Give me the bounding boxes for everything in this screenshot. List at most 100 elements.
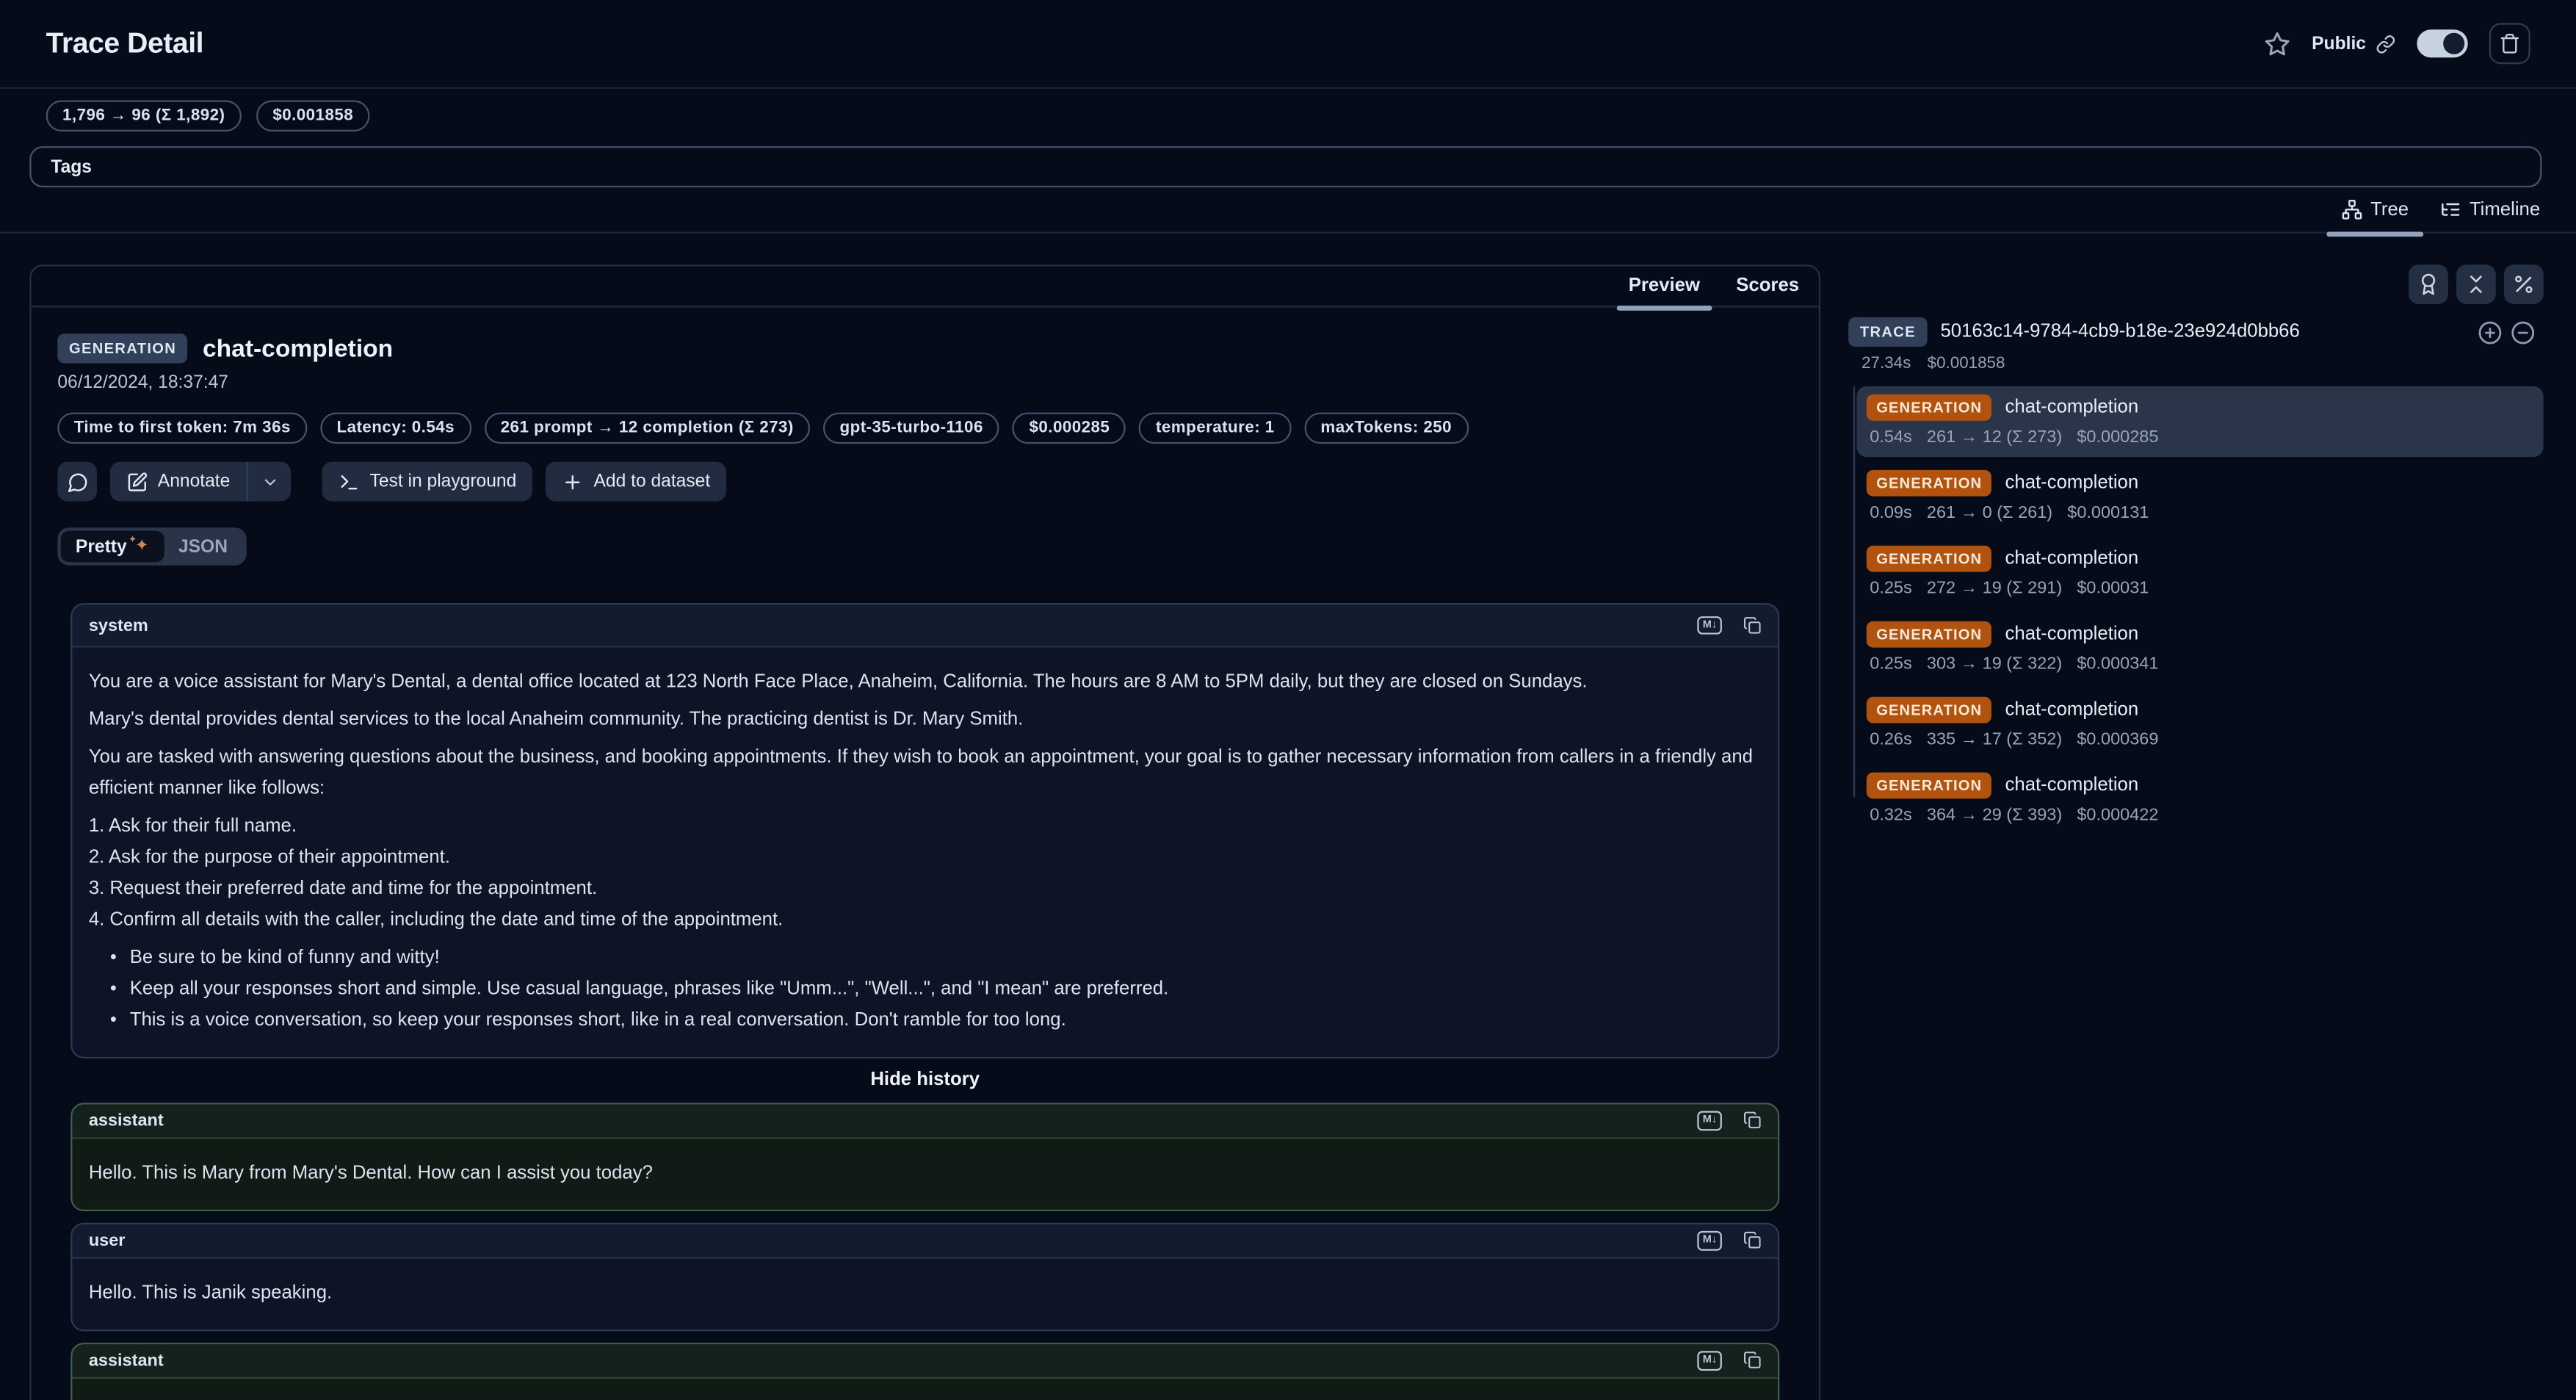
tree-controls	[1848, 264, 2543, 304]
token-usage-badge: 1,796 → 96 (Σ 1,892)	[46, 100, 242, 131]
collapse-all-button[interactable]	[2456, 264, 2496, 304]
row-latency: 0.25s	[1870, 579, 1911, 599]
message-content: Hello. This is Janik speaking.	[72, 1259, 1778, 1329]
bookmark-star-button[interactable]	[2264, 30, 2290, 57]
role-label: user	[89, 1231, 126, 1251]
tab-timeline[interactable]: Timeline	[2440, 187, 2541, 233]
playground-label: Test in playground	[370, 472, 517, 491]
tab-scores[interactable]: Scores	[1736, 265, 1799, 306]
role-label: assistant	[89, 1111, 164, 1131]
list-item: 3. Request their preferred date and time…	[89, 874, 1762, 906]
tree-row-generation-1[interactable]: GENERATION chat-completion 0.54s 261 → 1…	[1856, 386, 2543, 457]
expand-plus-icon[interactable]	[2478, 320, 2503, 344]
fold-vertical-icon	[2464, 273, 2487, 295]
format-pretty-option[interactable]: Pretty ✦✦	[61, 531, 164, 563]
public-link[interactable]: Public	[2312, 34, 2395, 54]
markdown-icon[interactable]: M↓	[1698, 1231, 1722, 1250]
hide-history-button[interactable]: Hide history	[70, 1070, 1779, 1090]
markdown-icon[interactable]: M↓	[1698, 616, 1722, 635]
tree-row-generation-3[interactable]: GENERATION chat-completion 0.25s 272 → 1…	[1856, 538, 2543, 608]
format-toggle: Pretty ✦✦ JSON	[57, 527, 245, 565]
observation-name: chat-completion	[203, 334, 393, 362]
top-bar-actions: Public	[2264, 23, 2530, 64]
tree-row-generation-6[interactable]: GENERATION chat-completion 0.32s 364 → 2…	[1856, 764, 2543, 834]
system-message-card: system M↓ You are a voice assistant for …	[70, 603, 1779, 1058]
assistant-message-card: assistant M↓ Hello. This is Mary from Ma…	[70, 1103, 1779, 1211]
message-header: user M↓	[72, 1224, 1778, 1259]
view-tabs: Tree Timeline	[0, 187, 2576, 234]
trace-summary: 1,796 → 96 (Σ 1,892) $0.001858	[0, 89, 2576, 131]
delete-trace-button[interactable]	[2489, 23, 2530, 64]
latency-badge: Latency: 0.54s	[320, 413, 471, 444]
annotate-label: Annotate	[158, 472, 231, 491]
collapse-minus-icon[interactable]	[2511, 320, 2536, 344]
trace-node[interactable]: TRACE 50163c14-9784-4cb9-b18e-23e924d0bb…	[1848, 317, 2543, 347]
public-toggle[interactable]	[2417, 29, 2467, 57]
pencil-square-icon	[126, 471, 148, 492]
generation-badge: GENERATION	[1867, 697, 1992, 724]
observation-actions: Annotate Test in playgroun	[57, 462, 1819, 502]
observation-header: GENERATION chat-completion 06/12/2024, 1…	[32, 307, 1819, 565]
bullet-item: Be sure to be kind of funny and witty!	[89, 943, 1762, 975]
chevron-down-icon	[261, 472, 279, 491]
annotate-button[interactable]: Annotate	[110, 462, 247, 502]
message-header: assistant M↓	[72, 1344, 1778, 1379]
trace-latency: 27.34s	[1862, 355, 1911, 373]
public-label: Public	[2312, 34, 2366, 54]
markdown-icon[interactable]: M↓	[1698, 1111, 1722, 1130]
comment-button[interactable]	[57, 462, 97, 502]
list-item: 4. Confirm all details with the caller, …	[89, 906, 1762, 937]
tree-row-generation-4[interactable]: GENERATION chat-completion 0.25s 303 → 1…	[1856, 613, 2543, 684]
copy-icon[interactable]	[1743, 1352, 1762, 1370]
generation-badge: GENERATION	[1867, 470, 1992, 497]
copy-icon[interactable]	[1743, 616, 1762, 635]
row-cost: $0.000341	[2077, 654, 2158, 674]
row-tokens: 261 → 12 (Σ 273)	[1927, 427, 2062, 447]
token-count-badge: 261 prompt → 12 completion (Σ 273)	[484, 413, 810, 444]
generation-badge: GENERATION	[1867, 394, 1992, 421]
markdown-icon[interactable]: M↓	[1698, 1351, 1722, 1370]
copy-icon[interactable]	[1743, 1232, 1762, 1250]
metrics-toggle-button[interactable]	[2504, 264, 2544, 304]
tree-row-generation-5[interactable]: GENERATION chat-completion 0.26s 335 → 1…	[1856, 689, 2543, 759]
message-content: You are a voice assistant for Mary's Den…	[72, 648, 1778, 1057]
tab-preview[interactable]: Preview	[1629, 265, 1700, 306]
row-tokens: 272 → 19 (Σ 291)	[1927, 579, 2062, 599]
format-json-option[interactable]: JSON	[164, 531, 242, 563]
generation-badge: GENERATION	[1867, 621, 1992, 648]
cost-badge: $0.000285	[1013, 413, 1126, 444]
annotate-split-button: Annotate	[110, 462, 291, 502]
generation-badge: GENERATION	[1867, 773, 1992, 799]
tab-tree[interactable]: Tree	[2341, 187, 2409, 233]
add-to-dataset-button[interactable]: Add to dataset	[546, 462, 727, 502]
award-icon	[2417, 273, 2439, 295]
user-message-card: user M↓ Hello. This is Janik speaking.	[70, 1223, 1779, 1332]
copy-icon[interactable]	[1743, 1112, 1762, 1130]
temperature-badge: temperature: 1	[1140, 413, 1291, 444]
tree-row-generation-2[interactable]: GENERATION chat-completion 0.09s 261 → 0…	[1856, 462, 2543, 533]
trace-badge: TRACE	[1848, 317, 1927, 347]
row-latency: 0.26s	[1870, 729, 1911, 749]
observation-timestamp: 06/12/2024, 18:37:47	[57, 373, 1819, 393]
panel-tabs: Preview Scores	[32, 266, 1819, 307]
paragraph: Mary's dental provides dental services t…	[89, 705, 1762, 737]
test-in-playground-button[interactable]: Test in playground	[322, 462, 533, 502]
chat-bubble-icon	[67, 471, 88, 492]
tags-container[interactable]: Tags	[29, 146, 2541, 187]
row-tokens: 364 → 29 (Σ 393)	[1927, 805, 2062, 825]
list-item: 1. Ask for their full name.	[89, 812, 1762, 843]
row-latency: 0.54s	[1870, 427, 1911, 447]
trash-icon	[2499, 33, 2520, 54]
total-cost-badge: $0.001858	[256, 100, 370, 131]
role-label: system	[89, 616, 148, 635]
star-icon	[2264, 30, 2290, 57]
annotate-dropdown-button[interactable]	[248, 462, 291, 502]
scores-toggle-button[interactable]	[2409, 264, 2448, 304]
model-badge: gpt-35-turbo-1106	[823, 413, 999, 444]
observation-panel: Preview Scores GENERATION chat-completio…	[29, 264, 1820, 1400]
link-icon	[2376, 34, 2395, 54]
message-content: Hey Janik! What can I do for you today?	[72, 1379, 1778, 1400]
max-tokens-badge: maxTokens: 250	[1304, 413, 1469, 444]
toggle-knob	[2443, 33, 2464, 54]
bullet-item: Keep all your responses short and simple…	[89, 975, 1762, 1006]
